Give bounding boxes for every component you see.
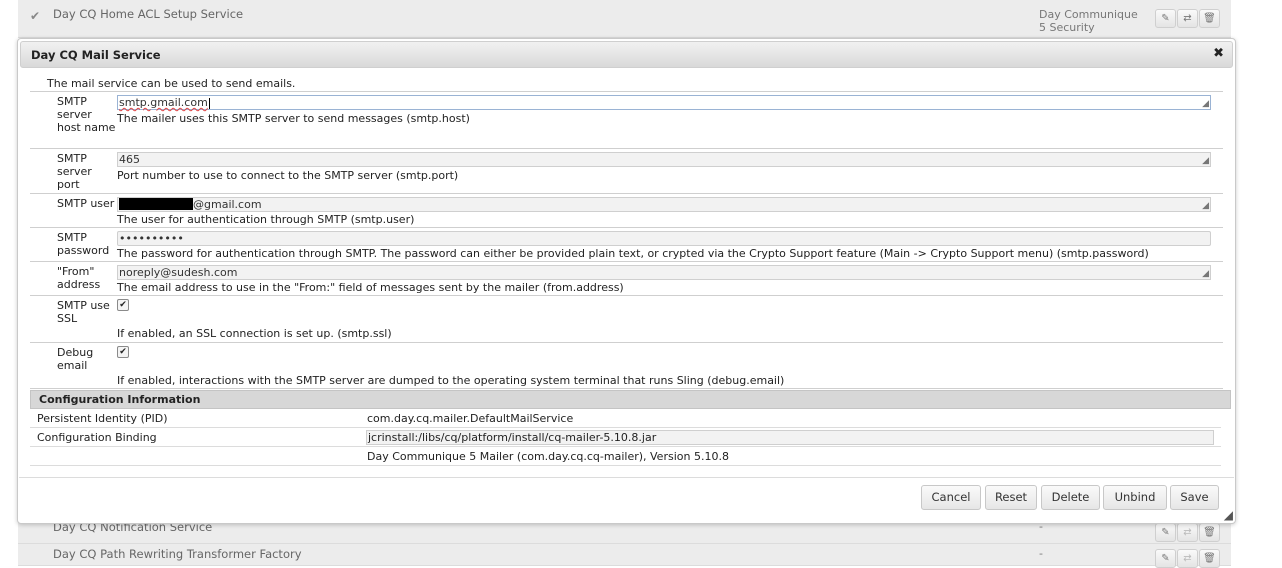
input-value: 465 xyxy=(119,153,140,166)
trash-icon[interactable]: 🗑 xyxy=(1199,549,1220,568)
prop-help: The user for authentication through SMTP… xyxy=(117,213,415,226)
prop-label: SMTP use SSL xyxy=(57,299,110,325)
service-row-path-rewriting[interactable]: Day CQ Path Rewriting Transformer Factor… xyxy=(18,544,1231,568)
input-value: •••••••••• xyxy=(119,232,184,245)
pid-label: Persistent Identity (PID) xyxy=(37,412,168,425)
trash-icon[interactable]: 🗑 xyxy=(1199,523,1220,542)
smtp-port-input[interactable]: 465 ◢ xyxy=(117,152,1211,167)
config-row-binding: Configuration Binding jcrinstall:/libs/c… xyxy=(30,428,1221,447)
prop-label: "From" address xyxy=(57,265,101,291)
service-row-home-acl[interactable]: ✔ Day CQ Home ACL Setup Service Day Comm… xyxy=(18,0,1231,38)
delete-button[interactable]: Delete xyxy=(1041,485,1100,510)
unbind-icon: ⇄ xyxy=(1177,523,1198,542)
redacted-block xyxy=(119,198,193,210)
dialog-resize-handle-icon[interactable]: ◢ xyxy=(1224,509,1233,521)
smtp-ssl-checkbox[interactable]: ✔ xyxy=(117,299,129,311)
smtp-user-input[interactable]: @gmail.com ◢ xyxy=(117,197,1211,212)
unbind-icon[interactable]: ⇄ xyxy=(1177,9,1198,28)
save-button[interactable]: Save xyxy=(1170,485,1219,510)
service-location: Day Communique 5 Security xyxy=(1039,8,1138,34)
debug-email-checkbox[interactable]: ✔ xyxy=(117,346,129,358)
edit-icon[interactable]: ✎ xyxy=(1155,523,1176,542)
prop-help: The mailer uses this SMTP server to send… xyxy=(117,112,470,125)
prop-help: If enabled, an SSL connection is set up.… xyxy=(117,327,392,340)
edit-icon[interactable]: ✎ xyxy=(1155,549,1176,568)
prop-smtp-port: SMTP server port 465 ◢ Port number to us… xyxy=(30,149,1223,194)
config-row-pid: Persistent Identity (PID) com.day.cq.mai… xyxy=(30,409,1221,428)
prop-label: SMTP user xyxy=(57,197,115,210)
binding-label: Configuration Binding xyxy=(37,431,157,444)
prop-help: If enabled, interactions with the SMTP s… xyxy=(117,374,785,387)
prop-label: SMTP server port xyxy=(57,152,92,191)
text-caret xyxy=(208,97,210,109)
footer-divider xyxy=(19,477,1234,478)
prop-help: The email address to use in the "From:" … xyxy=(117,281,624,294)
config-info-header: Configuration Information xyxy=(30,390,1231,409)
prop-help: The password for authentication through … xyxy=(117,247,1149,260)
close-icon[interactable]: ✖ xyxy=(1213,46,1224,61)
service-location-line1: Day Communique xyxy=(1039,8,1138,21)
resize-grip-icon[interactable]: ◢ xyxy=(1202,157,1209,166)
input-value: smtp.gmail.com xyxy=(119,96,208,109)
binding-field[interactable]: jcrinstall:/libs/cq/platform/install/cq-… xyxy=(366,430,1214,445)
prop-smtp-host: SMTP server host name smtp.gmail.com ◢ T… xyxy=(30,91,1223,149)
resize-grip-icon[interactable]: ◢ xyxy=(1202,100,1209,109)
unbind-icon: ⇄ xyxy=(1177,549,1198,568)
prop-from-address: "From" address noreply@sudesh.com ◢ The … xyxy=(30,262,1223,296)
dialog-description: The mail service can be used to send ema… xyxy=(47,77,296,90)
service-location: - xyxy=(1039,547,1043,560)
reset-button[interactable]: Reset xyxy=(985,485,1037,510)
prop-smtp-user: SMTP user @gmail.com ◢ The user for auth… xyxy=(30,194,1223,228)
dialog-title: Day CQ Mail Service xyxy=(31,48,161,62)
prop-smtp-ssl: SMTP use SSL ✔ If enabled, an SSL connec… xyxy=(30,296,1223,343)
properties-table: SMTP server host name smtp.gmail.com ◢ T… xyxy=(30,91,1223,389)
dialog-titlebar[interactable]: Day CQ Mail Service ✖ xyxy=(20,41,1233,68)
config-row-bundle: Day Communique 5 Mailer (com.day.cq.cq-m… xyxy=(30,447,1221,466)
service-name[interactable]: Day CQ Home ACL Setup Service xyxy=(53,7,243,21)
cancel-button[interactable]: Cancel xyxy=(921,485,981,510)
prop-debug-email: Debug email ✔ If enabled, interactions w… xyxy=(30,343,1223,389)
prop-label: SMTP server host name xyxy=(57,95,116,134)
resize-grip-icon[interactable]: ◢ xyxy=(1202,202,1209,211)
prop-help: Port number to use to connect to the SMT… xyxy=(117,169,459,182)
trash-icon[interactable]: 🗑 xyxy=(1199,9,1220,28)
edit-icon[interactable]: ✎ xyxy=(1155,9,1176,28)
mail-service-dialog: Day CQ Mail Service ✖ The mail service c… xyxy=(17,38,1236,524)
prop-label: SMTP password xyxy=(57,231,110,257)
prop-smtp-password: SMTP password •••••••••• The password fo… xyxy=(30,228,1223,262)
smtp-host-input[interactable]: smtp.gmail.com ◢ xyxy=(117,95,1211,110)
service-location-line2: 5 Security xyxy=(1039,21,1095,34)
bundle-value[interactable]: Day Communique 5 Mailer (com.day.cq.cq-m… xyxy=(367,450,729,463)
check-icon: ✔ xyxy=(30,9,41,23)
unbind-button[interactable]: Unbind xyxy=(1103,485,1167,510)
smtp-password-input[interactable]: •••••••••• xyxy=(117,231,1211,246)
input-value-suffix: @gmail.com xyxy=(193,198,262,211)
service-name[interactable]: Day CQ Path Rewriting Transformer Factor… xyxy=(53,547,302,561)
input-value: noreply@sudesh.com xyxy=(119,266,238,279)
pid-value: com.day.cq.mailer.DefaultMailService xyxy=(367,412,574,425)
from-address-input[interactable]: noreply@sudesh.com ◢ xyxy=(117,265,1211,280)
resize-grip-icon[interactable]: ◢ xyxy=(1202,270,1209,279)
prop-label: Debug email xyxy=(57,346,94,372)
